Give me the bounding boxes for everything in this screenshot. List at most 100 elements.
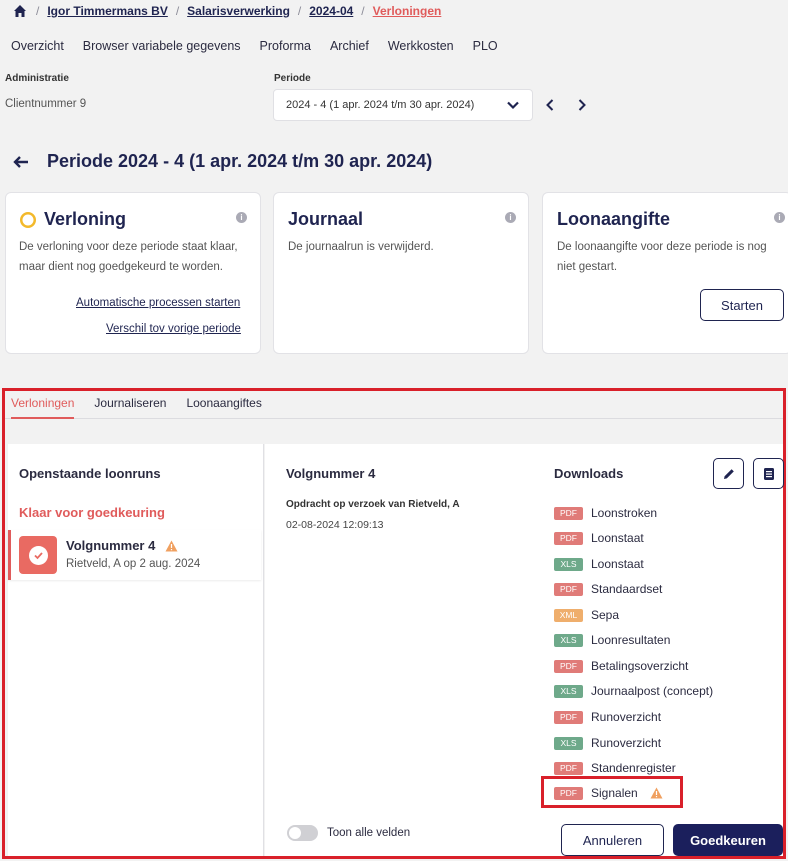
- loonrun-item[interactable]: Volgnummer 4 Rietveld, A op 2 aug. 2024: [8, 530, 261, 580]
- detail-title: Volgnummer 4: [286, 466, 376, 481]
- edit-button[interactable]: [713, 458, 744, 489]
- nav-archief[interactable]: Archief: [330, 39, 369, 53]
- download-signalen-pdf[interactable]: PDF Signalen: [554, 785, 663, 801]
- card-loonaangifte-text: De loonaangifte voor deze periode is nog…: [557, 241, 767, 273]
- download-loonresultaten-xls[interactable]: XLS Loonresultaten: [554, 632, 670, 648]
- document-icon: [762, 467, 776, 481]
- breadcrumb-salarisverwerking[interactable]: Salarisverwerking: [187, 4, 290, 18]
- download-label: Runoverzicht: [591, 710, 662, 724]
- download-label: Sepa: [591, 608, 620, 622]
- back-arrow-icon[interactable]: [13, 155, 29, 169]
- tab-bar: Verloningen Journaliseren Loonaangiftes: [5, 391, 783, 419]
- moon-clock-icon: [19, 211, 37, 229]
- downloads-title: Downloads: [554, 466, 624, 481]
- download-label: Standenregister: [591, 761, 676, 775]
- warning-icon: [165, 540, 178, 552]
- next-period-button[interactable]: [574, 96, 590, 114]
- info-icon[interactable]: i: [505, 212, 516, 223]
- run-status-icon: [19, 536, 57, 574]
- tab-journaliseren[interactable]: Journaliseren: [94, 391, 166, 419]
- xls-badge: XLS: [554, 633, 583, 647]
- xls-badge: XLS: [554, 684, 583, 698]
- loonrun-subtitle: Rietveld, A op 2 aug. 2024: [66, 558, 201, 570]
- periode-label: Periode: [274, 73, 311, 84]
- verschil-vorige-periode-link[interactable]: Verschil tov vorige periode: [106, 323, 241, 335]
- download-label: Betalingsoverzicht: [591, 659, 689, 673]
- page-title-row: Periode 2024 - 4 (1 apr. 2024 t/m 30 apr…: [13, 151, 432, 172]
- download-sepa-xml[interactable]: XML Sepa: [554, 607, 619, 623]
- download-label: Runoverzicht: [591, 736, 662, 750]
- download-standenregister-pdf[interactable]: PDF Standenregister: [554, 760, 676, 776]
- download-label: Journaalpost (concept): [591, 684, 714, 698]
- card-journaal-text: De journaalrun is verwijderd.: [288, 241, 434, 253]
- download-journaalpost-xls[interactable]: XLS Journaalpost (concept): [554, 683, 713, 699]
- openstaande-loonruns-column: Openstaande loonruns Klaar voor goedkeur…: [8, 444, 264, 856]
- download-label: Loonresultaten: [591, 633, 671, 647]
- pdf-badge: PDF: [554, 710, 583, 724]
- periode-select[interactable]: 2024 - 4 (1 apr. 2024 t/m 30 apr. 2024): [273, 89, 533, 121]
- nav-proforma[interactable]: Proforma: [260, 39, 311, 53]
- pdf-badge: PDF: [554, 506, 583, 520]
- download-runoverzicht-pdf[interactable]: PDF Runoverzicht: [554, 709, 661, 725]
- xls-badge: XLS: [554, 557, 583, 571]
- checkmark-icon: [28, 545, 48, 565]
- download-standaardset-pdf[interactable]: PDF Standaardset: [554, 581, 662, 597]
- detail-requested: Opdracht op verzoek van Rietveld, A: [286, 499, 460, 510]
- tab-verloningen[interactable]: Verloningen: [11, 391, 75, 419]
- chevron-right-icon: [576, 98, 588, 112]
- download-label: Loonstaat: [591, 557, 644, 571]
- nav-werkkosten[interactable]: Werkkosten: [388, 39, 454, 53]
- chevron-down-icon: [506, 98, 520, 112]
- card-verloning-title: Verloning: [44, 209, 127, 229]
- toon-alle-velden-toggle[interactable]: [287, 825, 318, 841]
- breadcrumb-separator: /: [36, 4, 40, 18]
- nav-browser-variabele-gegevens[interactable]: Browser variabele gegevens: [83, 39, 241, 53]
- starten-button[interactable]: Starten: [700, 289, 784, 321]
- breadcrumb-separator: /: [297, 4, 302, 18]
- goedkeuren-button[interactable]: Goedkeuren: [673, 824, 783, 856]
- download-label: Loonstaat: [591, 531, 644, 545]
- nav-plo[interactable]: PLO: [473, 39, 498, 53]
- page-title: Periode 2024 - 4 (1 apr. 2024 t/m 30 apr…: [47, 151, 433, 171]
- breadcrumb: / Igor Timmermans BV / Salarisverwerking…: [12, 2, 441, 20]
- previous-period-button[interactable]: [542, 96, 558, 114]
- download-label: Signalen: [591, 786, 638, 800]
- xls-badge: XLS: [554, 736, 583, 750]
- periode-select-value: 2024 - 4 (1 apr. 2024 t/m 30 apr. 2024): [286, 99, 475, 111]
- card-verloning-text: De verloning voor deze periode staat kla…: [19, 241, 238, 273]
- document-button[interactable]: [753, 458, 784, 489]
- card-loonaangifte-title: Loonaangifte: [557, 209, 670, 229]
- download-loonstaat-xls[interactable]: XLS Loonstaat: [554, 556, 644, 572]
- download-label: Standaardset: [591, 582, 663, 596]
- breadcrumb-separator: /: [361, 4, 365, 18]
- toon-alle-velden-label: Toon alle velden: [327, 827, 411, 839]
- breadcrumb-current[interactable]: Verloningen: [373, 4, 442, 18]
- card-verloning: Verloning i De verloning voor deze perio…: [5, 192, 261, 354]
- breadcrumb-period[interactable]: 2024-04: [309, 4, 353, 18]
- info-icon[interactable]: i: [236, 212, 247, 223]
- download-loonstroken-pdf[interactable]: PDF Loonstroken: [554, 505, 657, 521]
- automatische-processen-link[interactable]: Automatische processen starten: [76, 297, 240, 309]
- administratie-value: Clientnummer 9: [5, 98, 87, 110]
- download-loonstaat-pdf[interactable]: PDF Loonstaat: [554, 530, 644, 546]
- nav-overzicht[interactable]: Overzicht: [11, 39, 64, 53]
- status-heading: Klaar voor goedkeuring: [19, 505, 165, 520]
- info-icon[interactable]: i: [774, 212, 785, 223]
- chevron-left-icon: [544, 98, 556, 112]
- pdf-badge: PDF: [554, 761, 583, 775]
- openstaande-loonruns-title: Openstaande loonruns: [19, 466, 161, 481]
- tab-loonaangiftes[interactable]: Loonaangiftes: [186, 391, 261, 419]
- home-icon[interactable]: [12, 3, 28, 19]
- toggle-knob: [289, 827, 301, 839]
- download-betalingsoverzicht-pdf[interactable]: PDF Betalingsoverzicht: [554, 658, 688, 674]
- breadcrumb-company[interactable]: Igor Timmermans BV: [47, 4, 167, 18]
- pdf-badge: PDF: [554, 786, 583, 800]
- card-journaal-title: Journaal: [288, 209, 364, 229]
- download-runoverzicht-xls[interactable]: XLS Runoverzicht: [554, 735, 661, 751]
- annuleren-button[interactable]: Annuleren: [561, 824, 664, 856]
- administratie-label: Administratie: [5, 73, 69, 84]
- loonrun-title: Volgnummer 4: [66, 538, 156, 553]
- pdf-badge: PDF: [554, 531, 583, 545]
- download-label: Loonstroken: [591, 506, 658, 520]
- xml-badge: XML: [554, 608, 583, 622]
